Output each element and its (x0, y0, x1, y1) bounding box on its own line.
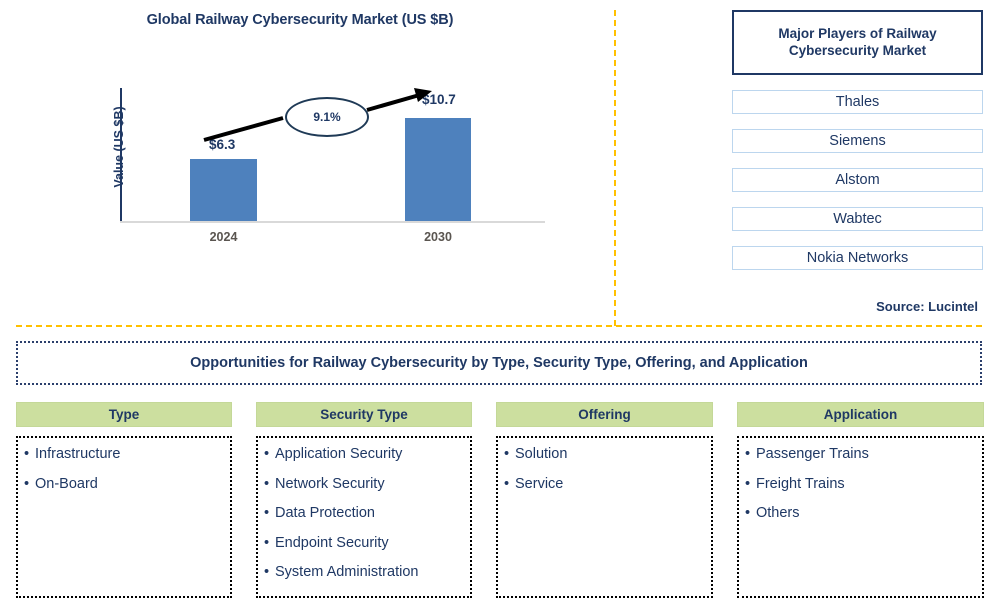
list-item-label: Others (756, 505, 800, 521)
player-item-wabtec[interactable]: Wabtec (732, 207, 983, 231)
list-item-label: Endpoint Security (275, 534, 389, 551)
player-label: Nokia Networks (806, 250, 909, 266)
bullet-icon: • (264, 505, 270, 521)
x-tick-2024: 2024 (209, 230, 238, 244)
category-column-type: Type • Infrastructure • On-Board (16, 402, 232, 598)
category-list-offering: • Solution • Service (496, 436, 713, 598)
bullet-icon: • (745, 446, 751, 462)
category-header-type: Type (16, 402, 232, 427)
bullet-icon: • (745, 475, 751, 492)
list-item-label: Service (515, 475, 564, 492)
major-players-title: Major Players of Railway Cybersecurity M… (732, 10, 983, 75)
category-list-type: • Infrastructure • On-Board (16, 436, 232, 598)
bullet-icon: • (264, 534, 270, 551)
list-item: • Application Security (264, 447, 464, 462)
player-label: Thales (835, 94, 880, 110)
chart-panel: Global Railway Cybersecurity Market (US … (0, 0, 978, 326)
player-item-nokia-networks[interactable]: Nokia Networks (732, 246, 983, 270)
player-label: Wabtec (833, 211, 882, 227)
category-header-offering: Offering (496, 402, 713, 427)
list-item-label: Network Security (275, 475, 385, 492)
list-item: • Solution (504, 447, 705, 462)
player-item-thales[interactable]: Thales (732, 90, 983, 114)
bullet-icon: • (264, 564, 270, 580)
list-item: • Passenger Trains (745, 447, 976, 462)
category-header-security-type: Security Type (256, 402, 472, 427)
category-column-security-type: Security Type • Application Security • Net… (256, 402, 472, 598)
bar-2030 (405, 118, 471, 221)
opportunities-banner: Opportunities for Railway Cybersecurity … (16, 341, 982, 385)
horizontal-divider (16, 325, 982, 327)
list-item: • Network Security (264, 475, 464, 492)
list-item-label: Application Security (275, 446, 403, 462)
cagr-badge: 9.1% (285, 97, 369, 137)
list-item: • Freight Trains (745, 475, 976, 492)
player-item-siemens[interactable]: Siemens (732, 129, 983, 153)
bar-value-2030: $10.7 (422, 92, 456, 107)
list-item-label: Infrastructure (35, 446, 121, 462)
bullet-icon: • (504, 446, 510, 462)
chart-title: Global Railway Cybersecurity Market (US … (146, 12, 454, 28)
y-axis-label: Value (US $B) (112, 106, 126, 188)
bar-value-2024: $6.3 (209, 137, 236, 152)
category-column-application: Application • Passenger Trains • Freight T… (737, 402, 984, 598)
player-item-alstom[interactable]: Alstom (732, 168, 983, 192)
list-item: • On-Board (24, 475, 224, 492)
bullet-icon: • (24, 446, 30, 462)
list-item: • System Administration (264, 565, 464, 580)
bullet-icon: • (745, 505, 751, 521)
list-item-label: On-Board (35, 475, 98, 492)
category-list-security-type: • Application Security • Network Security … (256, 436, 472, 598)
list-item-label: Passenger Trains (756, 446, 869, 462)
source-note: Source: Lucintel (876, 299, 978, 314)
bar-chart-plot-area: Value (US $B) $6.3 $10.7 2024 2030 9.1% (112, 88, 545, 244)
opportunity-columns: Type • Infrastructure • On-Board Security … (16, 402, 984, 598)
player-label: Siemens (829, 133, 886, 149)
list-item-label: Data Protection (275, 505, 375, 521)
list-item: • Endpoint Security (264, 534, 464, 551)
list-item: • Others (745, 506, 976, 521)
bar-2024 (190, 159, 257, 221)
player-label: Alstom (835, 172, 880, 188)
list-item: • Service (504, 475, 705, 492)
category-column-offering: Offering • Solution • Service (496, 402, 713, 598)
list-item-label: System Administration (275, 564, 419, 580)
major-players-panel: Major Players of Railway Cybersecurity M… (732, 10, 983, 270)
x-axis-line (120, 221, 545, 223)
vertical-divider (614, 10, 616, 326)
list-item: • Data Protection (264, 506, 464, 521)
category-list-application: • Passenger Trains • Freight Trains • Other… (737, 436, 984, 598)
bullet-icon: • (504, 475, 510, 492)
bullet-icon: • (24, 475, 30, 492)
bullet-icon: • (264, 475, 270, 492)
bullet-icon: • (264, 446, 270, 462)
list-item: • Infrastructure (24, 447, 224, 462)
list-item-label: Freight Trains (756, 475, 845, 492)
list-item-label: Solution (515, 446, 568, 462)
x-tick-2030: 2030 (424, 230, 452, 244)
category-header-application: Application (737, 402, 984, 427)
